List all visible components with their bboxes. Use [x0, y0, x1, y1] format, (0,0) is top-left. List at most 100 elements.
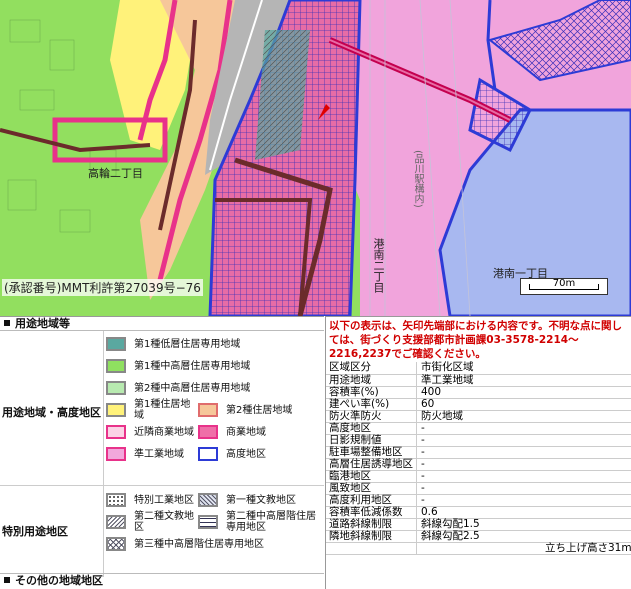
legend-label: 第二種中高層階住居専用地区 — [226, 511, 316, 533]
legend-swatch — [198, 515, 218, 529]
legend-item: 準工業地域 — [106, 443, 184, 465]
attribute-value: 市街化区域 — [416, 362, 631, 375]
legend-label: 特別工業地区 — [134, 494, 194, 506]
attribute-key: 建ぺい率(%) — [326, 398, 417, 411]
legend-swatch — [198, 403, 218, 417]
legend-label: 商業地域 — [226, 426, 266, 438]
attribute-key: 臨港地区 — [326, 470, 417, 483]
legend-item: 第二種文教地区 — [106, 511, 194, 533]
legend-label: 第1種住居地域 — [134, 399, 191, 421]
attribute-key: 容積率低減係数 — [326, 506, 417, 519]
legend-panel: 用途地域等 用途地域・高度地区 特別用途地区 第1種低層住居専用地域 第1種中高層… — [0, 316, 324, 589]
legend-item: 第1種中高層住居専用地域 — [106, 355, 250, 377]
notice-text: 以下の表示は、矢印先端部における内容です。不明な点に関しては、街づくり支援部都市… — [329, 320, 622, 360]
attribute-value: - — [416, 482, 631, 495]
approval-number: (承認番号)MMT利許第27039号−76 — [2, 279, 203, 296]
attribute-value: 400 — [416, 386, 631, 399]
legend-item: 第1種低層住居専用地域 — [106, 333, 240, 355]
legend-label: 第一種文教地区 — [226, 494, 296, 506]
legend-item: 第2種中高層住居専用地域 — [106, 377, 250, 399]
legend-swatch — [106, 403, 126, 417]
scale-bar: 70m — [520, 278, 608, 295]
attribute-table: 区域区分 市街化区域 用途地域 準工業地域 容積率(%) 400 建ぺい率(%) 60 防火準防… — [326, 362, 631, 555]
legend-label: 近隣商業地域 — [134, 426, 194, 438]
attribute-key: 隣地斜線制限 — [326, 530, 417, 543]
attribute-value: 60 — [416, 398, 631, 411]
attribute-row: 風致地区 - — [326, 482, 631, 495]
legend-section-zoning: 用途地域等 — [0, 317, 324, 331]
attribute-value: - — [416, 446, 631, 459]
attribute-row: 容積率低減係数 0.6 — [326, 506, 631, 519]
legend-section-title: 用途地域等 — [15, 317, 70, 330]
legend-item: 第二種中高層階住居専用地区 — [198, 511, 322, 533]
attribute-key: 風致地区 — [326, 482, 417, 495]
legend-label: 第1種中高層住居専用地域 — [134, 360, 251, 372]
attribute-key: 駐車場整備地区 — [326, 446, 417, 459]
attribute-row: 容積率(%) 400 — [326, 386, 631, 399]
attribute-key: 区域区分 — [326, 362, 417, 375]
legend-item: 高度地区 — [198, 443, 266, 465]
legend-item: 商業地域 — [198, 421, 266, 443]
attribute-row: 高度利用地区 - — [326, 494, 631, 507]
legend-item: 第一種文教地区 — [198, 489, 296, 511]
attribute-row: 防火準防火 防火地域 — [326, 410, 631, 423]
group-special-label: 特別用途地区 — [2, 525, 68, 538]
legend-label: 第2種住居地域 — [226, 404, 293, 416]
attribute-key: 高度利用地区 — [326, 494, 417, 507]
zoning-map[interactable]: 高輪二丁目 港南一丁目 港南二丁目 (品川駅構内) (承認番号)MMT利許第27… — [0, 0, 631, 316]
info-panel: 以下の表示は、矢印先端部における内容です。不明な点に関しては、街づくり支援部都市… — [325, 316, 631, 589]
legend-item: 特別工業地区 — [106, 489, 194, 511]
attribute-value: - — [416, 470, 631, 483]
legend-item: 第三種中高層階住居専用地区 — [106, 533, 264, 555]
legend-swatch — [106, 337, 126, 351]
attribute-row: 高度地区 - — [326, 422, 631, 435]
attribute-key: 日影規制値 — [326, 434, 417, 447]
attribute-value: 0.6 — [416, 506, 631, 519]
attribute-value: 斜線勾配1.5 — [416, 518, 631, 531]
zoning-viewer: 高輪二丁目 港南一丁目 港南二丁目 (品川駅構内) (承認番号)MMT利許第27… — [0, 0, 631, 589]
attribute-value: - — [416, 494, 631, 507]
attribute-value: 立ち上げ高さ31m — [416, 542, 631, 555]
legend-swatch — [198, 493, 218, 507]
legend-label: 第1種低層住居専用地域 — [134, 338, 241, 350]
attribute-row: 道路斜線制限 斜線勾配1.5 — [326, 518, 631, 531]
attribute-row: 日影規制値 - — [326, 434, 631, 447]
attribute-key: 高層住居誘導地区 — [326, 458, 417, 471]
legend-swatch — [106, 537, 126, 551]
attribute-value: - — [416, 422, 631, 435]
place-label-takanawa: 高輪二丁目 — [88, 167, 143, 180]
legend-swatch — [106, 493, 126, 507]
attribute-key: 防火準防火 — [326, 410, 417, 423]
attribute-key: 高度地区 — [326, 422, 417, 435]
attribute-key: 用途地域 — [326, 374, 417, 387]
legend-section-other: その他の地域地区 — [0, 573, 324, 587]
legend-swatch — [106, 425, 126, 439]
attribute-row: 区域区分 市街化区域 — [326, 362, 631, 375]
attribute-value: 防火地域 — [416, 410, 631, 423]
legend-label: 第2種中高層住居専用地域 — [134, 382, 251, 394]
attribute-value: - — [416, 458, 631, 471]
legend-swatch — [198, 447, 218, 461]
attribute-value: 斜線勾配2.5 — [416, 530, 631, 543]
group-zoning-label: 用途地域・高度地区 — [2, 406, 101, 419]
attribute-value: 準工業地域 — [416, 374, 631, 387]
attribute-key: 容積率(%) — [326, 386, 417, 399]
attribute-row: 建ぺい率(%) 60 — [326, 398, 631, 411]
legend-swatch — [106, 447, 126, 461]
legend-label: 第二種文教地区 — [134, 511, 194, 533]
attribute-value: - — [416, 434, 631, 447]
legend-label: 第三種中高層階住居専用地区 — [134, 538, 264, 550]
attribute-row: 高層住居誘導地区 - — [326, 458, 631, 471]
attribute-key: 道路斜線制限 — [326, 518, 417, 531]
attribute-row: 駐車場整備地区 - — [326, 446, 631, 459]
scale-label: 70m — [552, 278, 576, 289]
place-label-station: (品川駅構内) — [412, 150, 423, 208]
attribute-row: 臨港地区 - — [326, 470, 631, 483]
attribute-row: 用途地域 準工業地域 — [326, 374, 631, 387]
attribute-key — [326, 542, 417, 555]
legend-item: 第2種住居地域 — [198, 399, 292, 421]
legend-swatch — [106, 515, 126, 529]
legend-item: 近隣商業地域 — [106, 421, 194, 443]
place-label-konan2: 港南二丁目 — [372, 238, 385, 293]
legend-swatch — [198, 425, 218, 439]
